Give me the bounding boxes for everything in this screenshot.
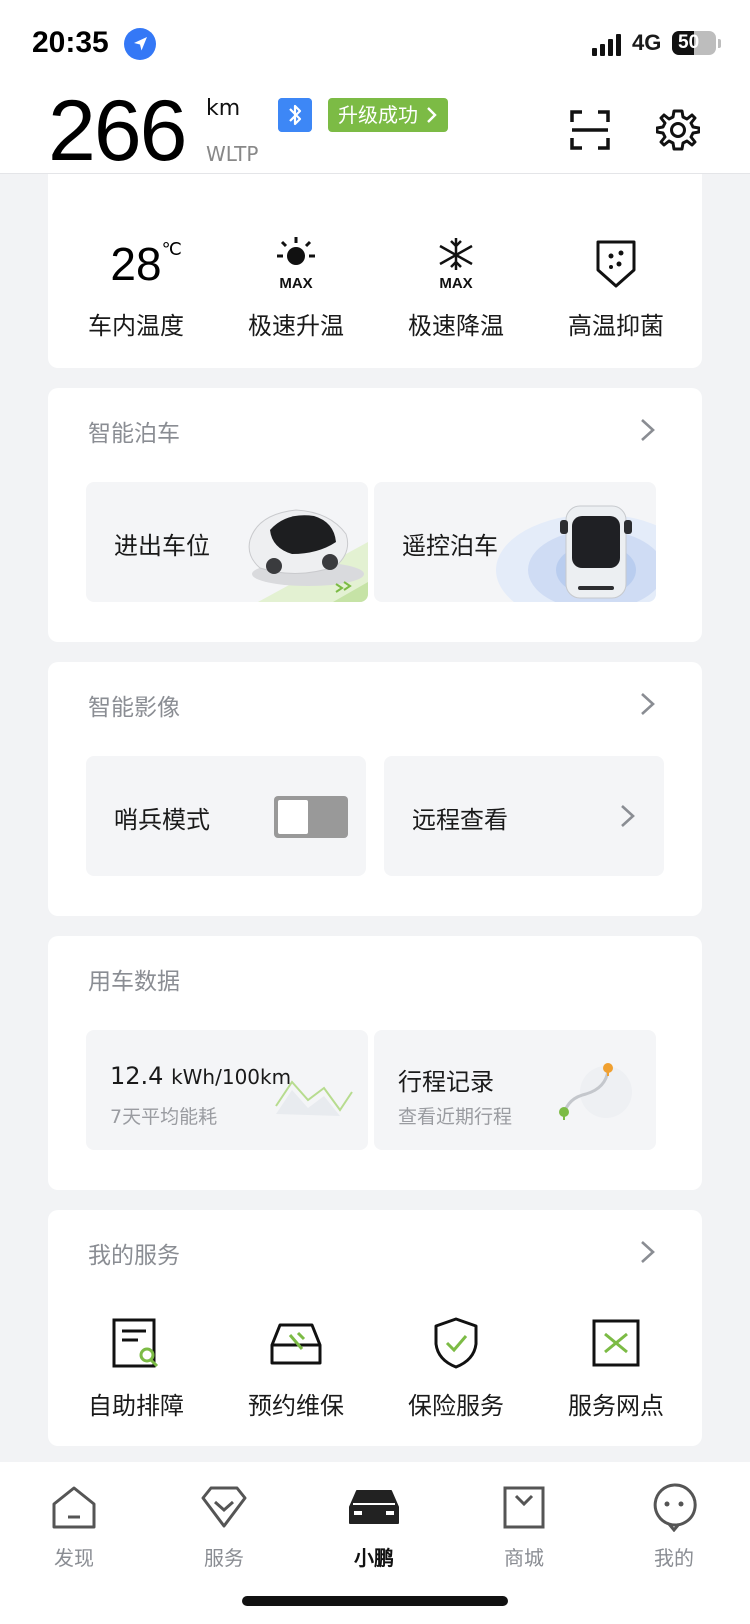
remote-parking-tile[interactable]: 遥控泊车 xyxy=(374,482,656,602)
diamond-icon xyxy=(201,1486,247,1528)
tab-discover[interactable]: 发现 xyxy=(14,1480,134,1571)
range-unit: km xyxy=(206,96,241,121)
vehicle-header: 266 km WLTP 升级成功 xyxy=(0,88,750,174)
network-type: 4G xyxy=(632,30,662,55)
range-standard: WLTP xyxy=(206,142,259,166)
maintenance-booking-label: 预约维保 xyxy=(248,1392,344,1420)
vehicle-usage-title: 用车数据 xyxy=(88,969,180,995)
status-bar: 20:35 4G 50 xyxy=(0,0,750,88)
service-outlets-button[interactable]: 服务网点 xyxy=(536,1314,696,1421)
park-in-out-label: 进出车位 xyxy=(114,532,210,560)
chevron-right-icon xyxy=(621,805,635,827)
smart-imaging-title: 智能影像 xyxy=(88,695,180,721)
chevron-right-icon[interactable] xyxy=(638,1238,658,1266)
energy-value-line: 12.4 kWh/100km xyxy=(110,1062,291,1090)
cabin-temp-value: 28 ℃ xyxy=(110,237,181,291)
park-in-out-tile[interactable]: 进出车位 xyxy=(86,482,368,602)
location-arrow-icon xyxy=(124,28,156,60)
energy-caption: 7天平均能耗 xyxy=(110,1106,218,1128)
bluetooth-icon[interactable] xyxy=(278,98,312,132)
insurance-service-button[interactable]: 保险服务 xyxy=(376,1314,536,1421)
update-badge-label: 升级成功 xyxy=(338,103,418,127)
car-parking-illustration xyxy=(248,509,368,602)
my-services-title: 我的服务 xyxy=(88,1243,180,1269)
battery-cap xyxy=(718,39,721,48)
car-remote-illustration xyxy=(496,505,656,602)
quick-cool-button[interactable]: MAX 极速降温 xyxy=(376,234,536,341)
trip-caption: 查看近期行程 xyxy=(398,1106,513,1128)
range-value: 266 xyxy=(48,83,187,179)
sterilize-button[interactable]: 高温抑菌 xyxy=(536,234,696,341)
shield-check-icon xyxy=(434,1317,478,1369)
remote-parking-label: 遥控泊车 xyxy=(402,532,498,560)
smart-imaging-card: 智能影像 哨兵模式 远程查看 xyxy=(48,662,702,916)
route-illustration xyxy=(559,1063,632,1120)
sterilize-label: 高温抑菌 xyxy=(568,312,664,340)
shopping-bag-icon xyxy=(503,1486,545,1529)
climate-card: 28 ℃ 车内温度 MAX 极速升温 MAX 极速降温 高温抑菌 xyxy=(48,174,702,368)
sun-max-icon: MAX xyxy=(277,237,315,292)
max-text: MAX xyxy=(279,275,312,292)
temp-number: 28 xyxy=(110,238,162,290)
status-time: 20:35 xyxy=(32,26,109,59)
smart-parking-card: 智能泊车 进出车位 遥控泊车 xyxy=(48,388,702,642)
tab-mall-label: 商城 xyxy=(504,1546,544,1570)
chevron-right-icon[interactable] xyxy=(638,416,658,444)
toggle-knob xyxy=(278,800,308,834)
smart-parking-title: 智能泊车 xyxy=(88,421,180,447)
tab-xpeng-label: 小鹏 xyxy=(354,1546,394,1570)
quick-heat-label: 极速升温 xyxy=(248,312,344,340)
service-outlets-label: 服务网点 xyxy=(568,1392,664,1420)
scan-icon[interactable] xyxy=(570,110,610,150)
vehicle-usage-card: 用车数据 12.4 kWh/100km 7天平均能耗 行程记录 查看近期行程 xyxy=(48,936,702,1190)
tab-xpeng[interactable]: 小鹏 xyxy=(314,1480,434,1571)
tab-discover-label: 发现 xyxy=(54,1546,94,1570)
insurance-service-label: 保险服务 xyxy=(408,1392,504,1420)
remote-view-tile[interactable]: 远程查看 xyxy=(384,756,664,876)
tab-mine-label: 我的 xyxy=(654,1546,694,1570)
shield-sterilize-icon xyxy=(596,240,636,288)
signal-icon xyxy=(592,34,621,56)
profile-face-icon xyxy=(653,1483,697,1532)
tab-mine[interactable]: 我的 xyxy=(614,1480,734,1571)
tab-service-label: 服务 xyxy=(204,1546,244,1570)
my-services-card: 我的服务 自助排障 预约维保 保险服务 服务网点 xyxy=(48,1210,702,1446)
energy-consumption-tile[interactable]: 12.4 kWh/100km 7天平均能耗 xyxy=(86,1030,368,1150)
trip-records-tile[interactable]: 行程记录 查看近期行程 xyxy=(374,1030,656,1150)
car-wrench-icon xyxy=(270,1323,322,1365)
self-troubleshoot-button[interactable]: 自助排障 xyxy=(56,1314,216,1421)
home-icon xyxy=(52,1486,96,1529)
car-icon xyxy=(349,1490,399,1524)
quick-cool-label: 极速降温 xyxy=(408,312,504,340)
sentry-mode-toggle[interactable] xyxy=(274,796,348,838)
self-troubleshoot-label: 自助排障 xyxy=(88,1392,184,1420)
temp-unit: ℃ xyxy=(161,239,182,259)
tab-mall[interactable]: 商城 xyxy=(464,1480,584,1571)
max-text: MAX xyxy=(439,275,472,292)
quick-heat-button[interactable]: MAX 极速升温 xyxy=(216,234,376,341)
energy-trend-illustration xyxy=(275,1080,353,1116)
chevron-right-icon xyxy=(427,107,437,123)
service-outlet-icon xyxy=(592,1319,640,1367)
energy-value: 12.4 xyxy=(110,1062,164,1090)
maintenance-booking-button[interactable]: 预约维保 xyxy=(216,1314,376,1421)
gear-icon[interactable] xyxy=(656,108,700,152)
battery-indicator: 50 xyxy=(672,31,716,55)
cabin-temp-label: 车内温度 xyxy=(88,312,184,340)
snowflake-max-icon: MAX xyxy=(439,238,473,292)
tab-service[interactable]: 服务 xyxy=(164,1480,284,1571)
trip-title: 行程记录 xyxy=(398,1068,494,1096)
sentry-mode-tile: 哨兵模式 xyxy=(86,756,366,876)
document-search-icon xyxy=(112,1318,159,1368)
battery-percent: 50 xyxy=(678,32,700,53)
chevron-right-icon[interactable] xyxy=(638,690,658,718)
remote-view-label: 远程查看 xyxy=(412,806,508,834)
cabin-temperature[interactable]: 28 ℃ 车内温度 xyxy=(56,234,216,341)
home-indicator[interactable] xyxy=(242,1596,508,1606)
update-success-badge[interactable]: 升级成功 xyxy=(328,98,448,132)
sentry-mode-label: 哨兵模式 xyxy=(114,806,210,834)
